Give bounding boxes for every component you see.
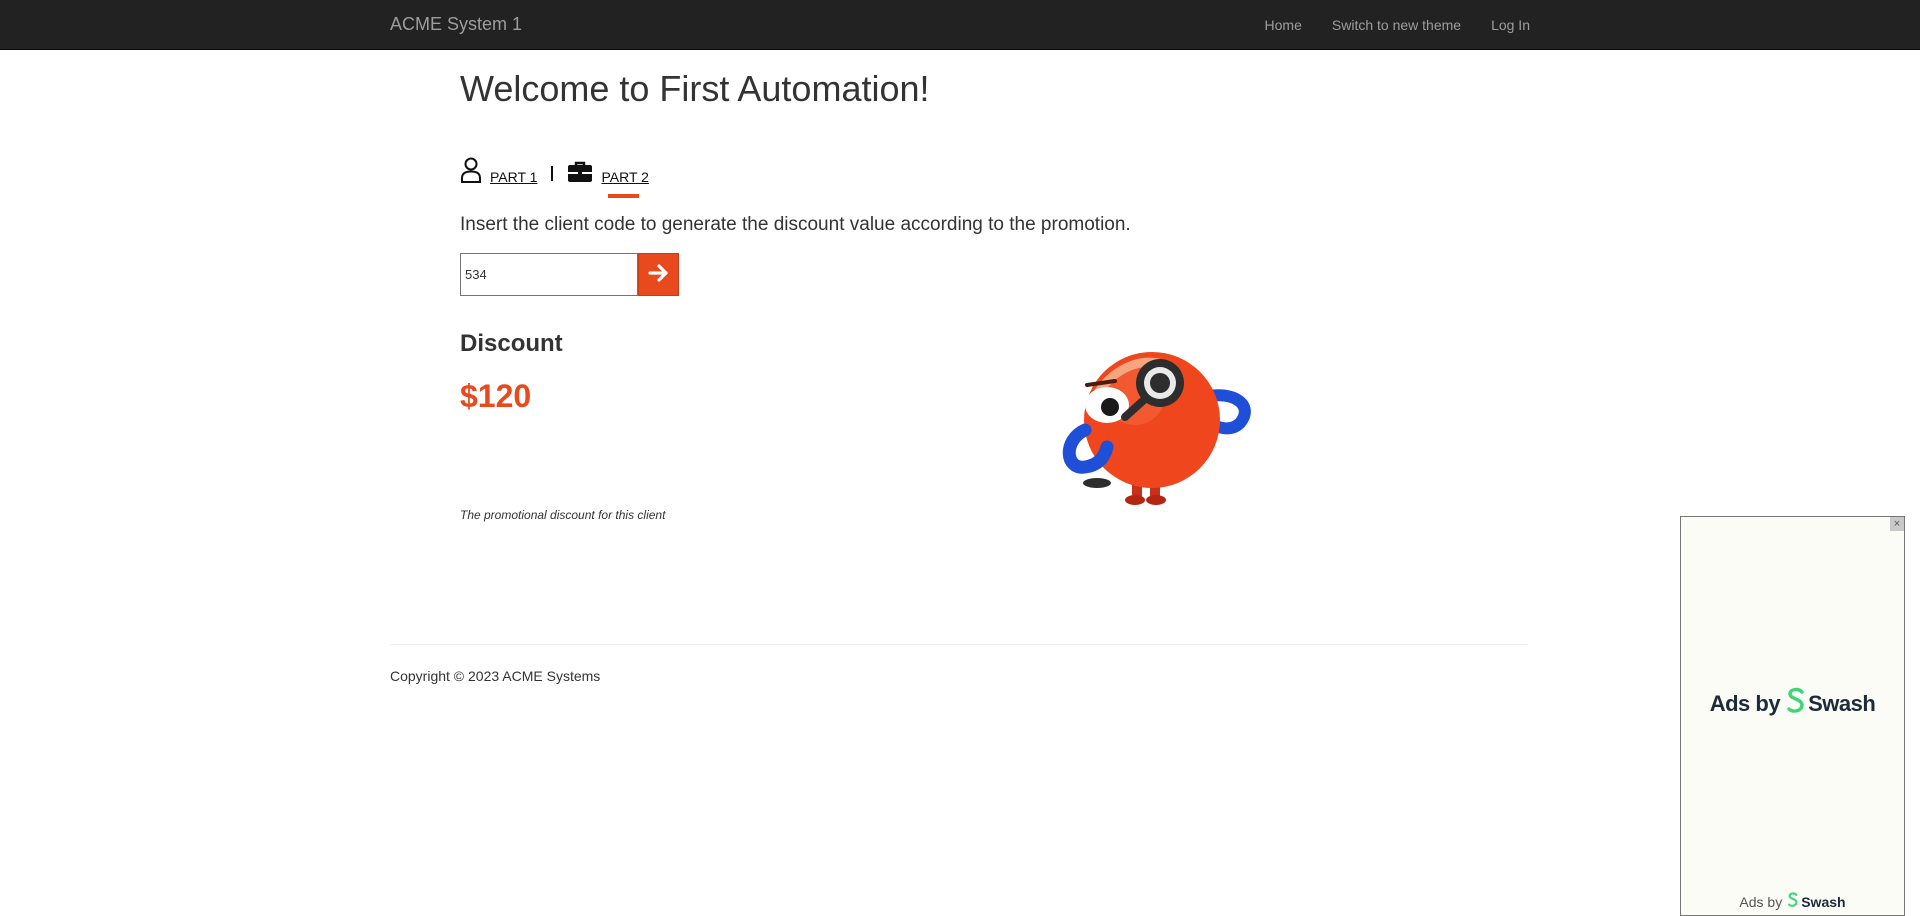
discount-value: $120 xyxy=(460,378,532,414)
ad-footer-prefix: Ads by xyxy=(1739,893,1783,910)
brand-link[interactable]: ACME System 1 xyxy=(390,14,522,35)
submit-button[interactable] xyxy=(638,253,679,296)
ad-close-button[interactable]: × xyxy=(1890,517,1904,531)
nav-home-link[interactable]: Home xyxy=(1265,17,1302,33)
nav-switch-theme-link[interactable]: Switch to new theme xyxy=(1332,17,1461,33)
nav-login-link[interactable]: Log In xyxy=(1491,17,1530,33)
ad-footer-logo: Ads by Swash xyxy=(1681,892,1904,911)
tab-divider xyxy=(551,166,554,181)
briefcase-icon xyxy=(567,161,593,186)
tab-part-1-label: PART 1 xyxy=(490,169,538,185)
user-icon xyxy=(460,157,482,186)
ad-main-prefix: Ads by xyxy=(1709,691,1781,716)
discount-caption: The promotional discount for this client xyxy=(460,508,666,522)
tab-part-2-label: PART 2 xyxy=(601,169,649,198)
part-tabs: PART 1 PART 2 xyxy=(460,152,649,198)
ad-footer-brand: Swash xyxy=(1801,893,1846,910)
ad-banner[interactable]: × Ads by Swash Ads by Swash xyxy=(1680,516,1905,916)
discount-heading: Discount xyxy=(460,330,563,357)
tab-part-1[interactable]: PART 1 xyxy=(460,157,537,186)
instruction-text: Insert the client code to generate the d… xyxy=(460,214,1131,235)
nav-links: Home Switch to new theme Log In xyxy=(1265,17,1530,33)
swash-logo-icon xyxy=(1786,687,1806,721)
top-navbar: ACME System 1 Home Switch to new theme L… xyxy=(0,0,1920,50)
copyright-text: Copyright © 2023 ACME Systems xyxy=(390,668,601,684)
arrow-right-icon xyxy=(647,263,670,286)
client-code-input[interactable] xyxy=(460,253,638,296)
mascot-image xyxy=(1055,335,1255,510)
footer-divider xyxy=(390,644,1528,645)
ad-main-brand: Swash xyxy=(1808,691,1876,716)
swash-small-logo-icon xyxy=(1787,892,1799,911)
tab-part-2[interactable]: PART 2 xyxy=(567,161,649,198)
page-title: Welcome to First Automation! xyxy=(460,68,930,109)
ad-main-logo: Ads by Swash xyxy=(1681,687,1904,721)
client-code-form xyxy=(460,253,679,296)
